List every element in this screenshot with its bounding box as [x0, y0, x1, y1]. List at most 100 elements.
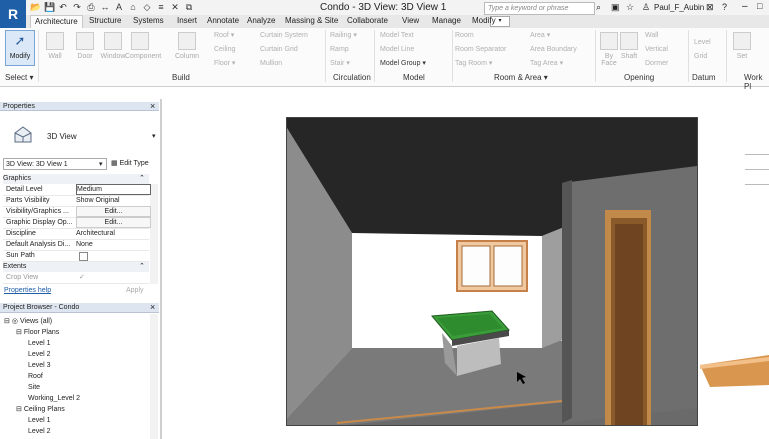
user-account-name[interactable]: Paul_F_Aubin — [654, 3, 704, 12]
undo-icon[interactable]: ↶ — [58, 2, 68, 12]
tab-architecture[interactable]: Architecture — [30, 15, 83, 28]
tab-insert[interactable]: Insert — [173, 15, 201, 27]
build-curtain-grid-button[interactable]: Curtain Grid — [260, 45, 298, 55]
build-roof-button[interactable]: Roof ▾ — [214, 31, 234, 41]
panel-splitter[interactable] — [160, 99, 162, 439]
property-value[interactable]: Edit... — [76, 206, 151, 217]
wall-button[interactable]: Wall — [40, 30, 70, 66]
tab-massing-site[interactable]: Massing & Site — [281, 15, 342, 27]
text-icon[interactable]: A — [114, 2, 124, 12]
build-mullion-button[interactable]: Mullion — [260, 59, 282, 69]
browser-node-working-level-2[interactable]: Working_Level 2 — [28, 393, 80, 404]
graphics-group-header[interactable]: Graphics ⌃ — [3, 174, 149, 184]
minimize-icon[interactable]: – — [742, 1, 748, 12]
opening-dormer-button[interactable]: Dormer — [645, 59, 668, 69]
navigation-bar[interactable] — [745, 152, 769, 192]
browser-node-site[interactable]: Site — [28, 382, 40, 393]
component-button[interactable]: Component — [125, 30, 161, 66]
tab-view[interactable]: View — [398, 15, 423, 27]
model-model-group-button[interactable]: Model Group ▾ — [380, 59, 426, 69]
expander-icon[interactable]: ⊟ — [16, 329, 22, 336]
user-icon[interactable]: ♙ — [642, 2, 652, 12]
subscription-icon[interactable]: ▣ — [611, 2, 621, 12]
browser-node-level-2[interactable]: Level 2 — [28, 426, 51, 437]
type-selector-name[interactable]: 3D View — [47, 132, 77, 141]
model-model-line-button[interactable]: Model Line — [380, 45, 414, 55]
property-value[interactable]: Architectural — [76, 228, 149, 239]
circulation-railing-button[interactable]: Railing ▾ — [330, 31, 357, 41]
build-curtain-system-button[interactable]: Curtain System — [260, 31, 308, 41]
3d-view-icon[interactable]: ⌂ — [128, 2, 138, 12]
tab-collaborate[interactable]: Collaborate — [343, 15, 392, 27]
steering-wheel-icon[interactable] — [745, 169, 769, 178]
exchange-apps-icon[interactable]: ⊠ — [706, 2, 714, 13]
tab-manage[interactable]: Manage — [428, 15, 465, 27]
application-menu-button[interactable]: R — [0, 0, 26, 28]
circulation-ramp-button[interactable]: Ramp — [330, 45, 349, 55]
collapse-icon[interactable]: ⌃ — [139, 174, 145, 184]
browser-node-level-2[interactable]: Level 2 — [28, 349, 51, 360]
model-model-text-button[interactable]: Model Text — [380, 31, 414, 41]
expander-icon[interactable]: ⊟ — [4, 318, 10, 325]
opening-vertical-button[interactable]: Vertical — [645, 45, 668, 55]
section-icon[interactable]: ◇ — [142, 2, 152, 12]
open-icon[interactable]: 📂 — [30, 2, 41, 12]
modify-button[interactable]: ➚ Modify — [5, 30, 35, 66]
tab-annotate[interactable]: Annotate — [203, 15, 243, 27]
opening-shaft-button[interactable]: Shaft — [618, 30, 640, 66]
room-tag-area-button[interactable]: Tag Area ▾ — [530, 59, 563, 69]
room-area-boundary-button[interactable]: Area Boundary — [530, 45, 577, 55]
properties-scrollbar[interactable] — [150, 184, 158, 284]
sun-path-checkbox[interactable] — [79, 252, 88, 261]
tab-systems[interactable]: Systems — [129, 15, 168, 27]
close-icon[interactable]: × — [150, 102, 155, 111]
3d-view-crop-region[interactable] — [286, 117, 698, 426]
thin-lines-icon[interactable]: ≡ — [156, 2, 166, 12]
type-selector-dropdown-icon[interactable]: ▾ — [152, 132, 156, 140]
property-value[interactable]: None — [76, 239, 149, 250]
apply-button[interactable]: Apply — [126, 287, 144, 294]
opening-wall-button[interactable]: Wall — [645, 31, 658, 41]
browser-node-ceiling-plans[interactable]: ⊟ Ceiling Plans — [16, 404, 65, 415]
measure-icon[interactable]: ↔ — [100, 2, 110, 12]
property-value[interactable]: Edit... — [76, 217, 151, 228]
close-hidden-icon[interactable]: ✕ — [170, 2, 180, 12]
opening-by-face-button[interactable]: By Face — [598, 30, 620, 67]
expander-icon[interactable]: ⊟ — [16, 406, 22, 413]
properties-help-link[interactable]: Properties help — [4, 287, 51, 294]
crop-view-checkbox[interactable]: ✓ — [79, 274, 86, 281]
browser-node-level-1[interactable]: Level 1 — [28, 415, 51, 426]
instance-filter-dropdown[interactable]: 3D View: 3D View 1 ▾ — [3, 158, 107, 170]
room-room-button[interactable]: Room — [455, 31, 474, 41]
build-floor-button[interactable]: Floor ▾ — [214, 59, 235, 69]
save-icon[interactable]: 💾 — [44, 2, 55, 12]
select-panel-label[interactable]: Select ▾ — [5, 73, 33, 82]
maximize-icon[interactable]: □ — [757, 1, 762, 11]
window-button[interactable]: Window — [98, 30, 128, 66]
switch-windows-icon[interactable]: ⧉ — [184, 2, 194, 12]
room-room-separator-button[interactable]: Room Separator — [455, 45, 506, 55]
tab-structure[interactable]: Structure — [85, 15, 125, 27]
set-work-plane-button[interactable]: Set — [730, 30, 754, 66]
binoculars-icon[interactable]: ⌕ — [596, 2, 606, 12]
favorites-star-icon[interactable]: ☆ — [626, 2, 636, 12]
extents-group-header[interactable]: Extents ⌃ — [3, 262, 149, 272]
datum-grid-button[interactable]: Grid — [694, 52, 707, 62]
collapse-icon[interactable]: ⌃ — [139, 262, 145, 272]
datum-level-button[interactable]: Level — [694, 38, 711, 48]
help-icon[interactable]: ? — [722, 2, 727, 12]
print-icon[interactable]: ⎙ — [86, 2, 96, 12]
browser-node-roof[interactable]: Roof — [28, 371, 43, 382]
browser-node-floor-plans[interactable]: ⊟ Floor Plans — [16, 327, 59, 338]
build-ceiling-button[interactable]: Ceiling — [214, 45, 235, 55]
zoom-icon[interactable] — [745, 184, 769, 193]
circulation-stair-button[interactable]: Stair ▾ — [330, 59, 350, 69]
property-row-sun-path[interactable]: Sun Path — [3, 250, 149, 262]
tab-analyze[interactable]: Analyze — [243, 15, 279, 27]
tab-modify[interactable]: Modify — [468, 15, 500, 27]
browser-node-level-1[interactable]: Level 1 — [28, 338, 51, 349]
room-tag-room-button[interactable]: Tag Room ▾ — [455, 59, 492, 69]
browser-node-level-3[interactable]: Level 3 — [28, 360, 51, 371]
project-browser-scrollbar[interactable] — [150, 314, 158, 439]
room-area-button[interactable]: Area ▾ — [530, 31, 550, 41]
